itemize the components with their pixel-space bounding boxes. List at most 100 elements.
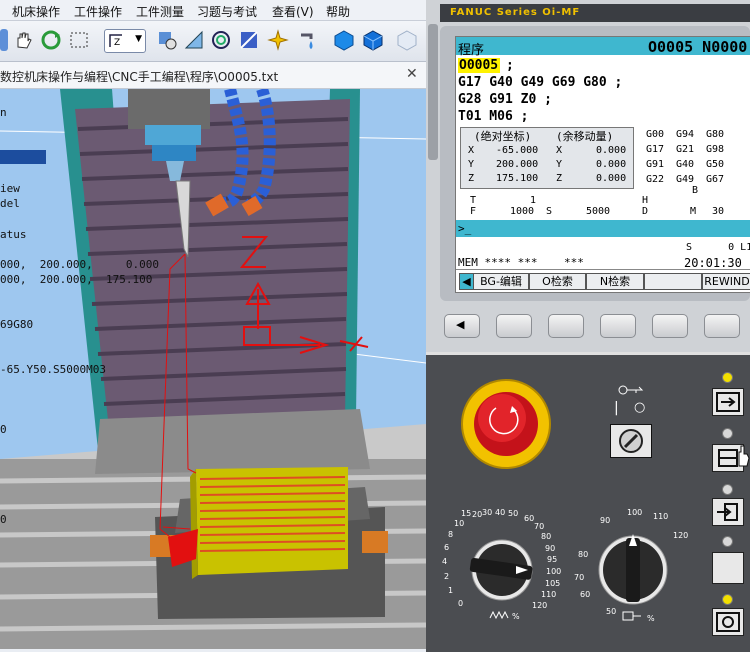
- file-path-bar: 数控机床操作与编程\CNC手工编程\程序\O0005.txt ✕: [0, 62, 426, 89]
- clock: 20:01:30: [684, 256, 742, 270]
- spark-icon[interactable]: [267, 29, 289, 51]
- key-icon: [618, 385, 644, 395]
- feed-scale-20: 20: [472, 510, 483, 519]
- coolant-icon[interactable]: [297, 29, 319, 51]
- softkey-bg-edit[interactable]: BG-编辑: [473, 273, 529, 290]
- feed-scale-95: 95: [547, 555, 558, 564]
- hand-pan-icon[interactable]: [12, 29, 34, 51]
- menu-machine-ops[interactable]: 机床操作: [12, 3, 60, 20]
- zoom-dropdown-button[interactable]: Z ▼: [104, 29, 146, 53]
- cube-solid-icon[interactable]: [362, 29, 384, 51]
- status-text-10: 0: [0, 513, 7, 526]
- program-line-1: G17 G40 G49 G69 G80 ;: [458, 75, 623, 90]
- modal-b: B: [692, 185, 699, 196]
- cube-wire-icon[interactable]: [396, 29, 418, 51]
- menu-workpiece-measure[interactable]: 工件测量: [136, 3, 184, 20]
- modal-g00: G00: [646, 129, 665, 140]
- key-slot-icon: [619, 429, 643, 453]
- softkey-o-search[interactable]: O检索: [529, 273, 586, 290]
- softkey-n-search[interactable]: N检索: [586, 273, 644, 290]
- axis-x-abs: -65.000: [496, 145, 539, 156]
- softkey-rewind[interactable]: REWIND: [702, 273, 750, 290]
- zoom-icon: Z: [109, 34, 122, 48]
- chevron-down-icon: ▼: [135, 34, 142, 44]
- axis-x-rem: 0.000: [596, 145, 627, 156]
- spindle-scale-100: 100: [627, 508, 643, 517]
- program-protect-key-switch[interactable]: [610, 424, 652, 458]
- dist-to-go-label: (余移动量): [556, 130, 614, 143]
- status-text-3: del: [0, 197, 20, 210]
- status-text-1: n: [0, 106, 7, 119]
- mode-button-edit[interactable]: [712, 388, 744, 416]
- spindle-scale-60: 60: [580, 590, 591, 599]
- mode-button-blank[interactable]: [712, 552, 744, 584]
- softkey-empty[interactable]: [644, 273, 702, 290]
- feed-scale-2: 2: [444, 572, 450, 581]
- m-value: 30: [712, 206, 725, 217]
- program-line-3: T01 M06 ;: [458, 109, 529, 124]
- menu-workpiece-ops[interactable]: 工件操作: [74, 3, 122, 20]
- section-view-icon[interactable]: [238, 29, 260, 51]
- soft-button-back[interactable]: ◀: [444, 314, 480, 338]
- spindle-override-dial[interactable]: [585, 508, 695, 628]
- s-label: S: [546, 206, 553, 217]
- d-label: D: [642, 206, 649, 217]
- input-line-bar: [456, 220, 750, 237]
- soft-button-4[interactable]: [652, 314, 688, 338]
- soft-button-5[interactable]: [704, 314, 740, 338]
- feed-scale-70: 70: [534, 522, 545, 531]
- soft-button-1[interactable]: [496, 314, 532, 338]
- axis-z-label: Z: [468, 173, 475, 184]
- feed-scale-15: 15: [461, 509, 472, 518]
- input-prompt[interactable]: >_: [458, 222, 471, 235]
- workpiece: [190, 467, 348, 579]
- modal-g40: G40: [676, 159, 695, 170]
- mode-button-ref[interactable]: [712, 608, 744, 636]
- view-fit-icon[interactable]: [156, 29, 178, 51]
- status-text-4: atus: [0, 228, 27, 241]
- spiral-path-icon[interactable]: [210, 29, 232, 51]
- axis-z-rem: 0.000: [596, 173, 627, 184]
- f-value: 1000: [510, 206, 535, 217]
- mode-lamp-5: [722, 594, 733, 605]
- menu-view[interactable]: 查看(V): [272, 3, 314, 20]
- select-region-icon[interactable]: [68, 29, 90, 51]
- feed-scale-40: 40: [495, 508, 506, 517]
- key-on-mark: ○: [634, 400, 646, 415]
- feed-scale-6: 6: [444, 543, 450, 552]
- status-text-7: 69G80: [0, 318, 34, 331]
- softkey-left-arrow[interactable]: ◀: [459, 273, 474, 290]
- feed-scale-60: 60: [524, 514, 535, 523]
- modal-g50: G50: [706, 159, 725, 170]
- close-icon[interactable]: ✕: [406, 66, 418, 82]
- axis-y-rem: 0.000: [596, 159, 627, 170]
- move-icon[interactable]: [0, 29, 8, 51]
- axis-x-label: X: [468, 145, 475, 156]
- h-label: H: [642, 195, 649, 206]
- feed-scale-1: 1: [448, 586, 454, 595]
- mode-button-dnc[interactable]: [712, 498, 744, 526]
- panel-scroll-tab[interactable]: [428, 24, 438, 160]
- cube-view-icon[interactable]: [333, 29, 355, 51]
- cursor-hand-icon: [738, 445, 750, 467]
- toolbar: Z ▼: [0, 21, 426, 62]
- f-label: F: [470, 206, 477, 217]
- modal-g67: G67: [706, 174, 725, 185]
- emergency-stop-button[interactable]: [460, 378, 552, 470]
- status-text-6: 000, 200.000, 175.100: [0, 273, 153, 286]
- measure-icon[interactable]: [183, 29, 205, 51]
- menu-exercise-exam[interactable]: 习题与考试: [197, 3, 257, 20]
- program-eob: ;: [506, 58, 514, 73]
- spindle-scale-80: 80: [578, 550, 589, 559]
- feed-scale-110: 110: [541, 590, 557, 599]
- axis-z-abs: 175.100: [496, 173, 539, 184]
- menu-help[interactable]: 帮助: [326, 3, 350, 20]
- feed-scale-30: 30: [482, 508, 493, 517]
- rotate-view-icon[interactable]: [40, 29, 62, 51]
- blue-marker: [0, 150, 46, 164]
- screen-title: 程序: [458, 43, 485, 58]
- abs-coord-label: (绝对坐标): [474, 130, 532, 143]
- soft-button-3[interactable]: [600, 314, 636, 338]
- soft-button-2[interactable]: [548, 314, 584, 338]
- feed-scale-120: 120: [532, 601, 548, 610]
